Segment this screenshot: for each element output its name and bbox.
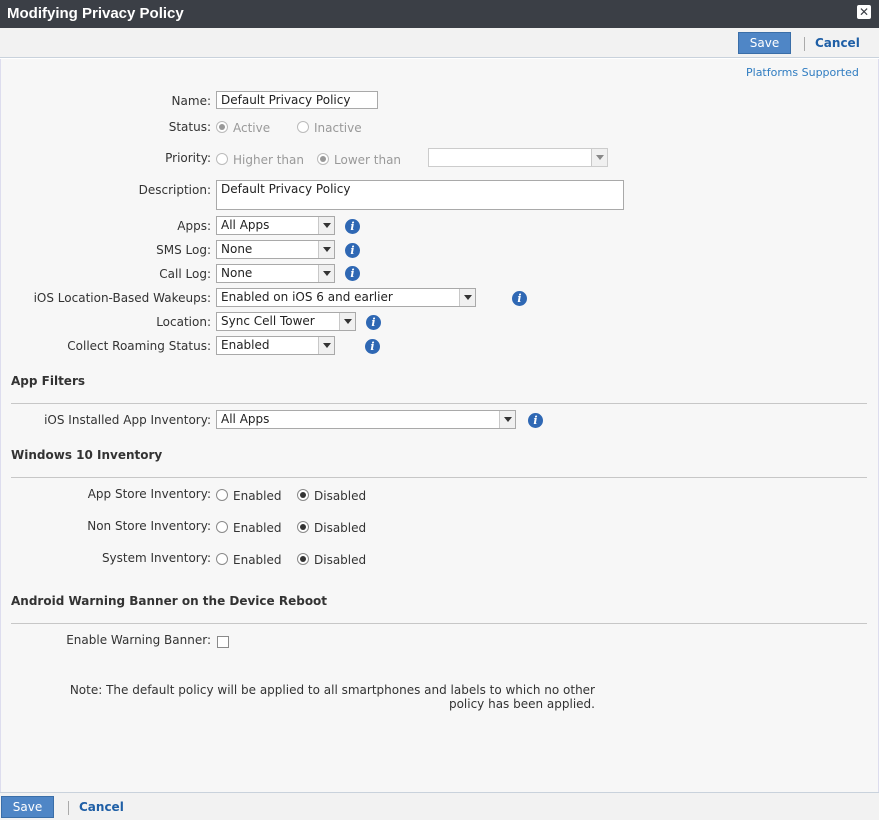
cancel-button[interactable]: Cancel — [815, 36, 860, 50]
priority-higher-radio[interactable] — [216, 153, 228, 165]
status-inactive-radio[interactable] — [297, 121, 309, 133]
toolbar-separator — [68, 801, 69, 815]
non-store-disabled-label: Disabled — [314, 521, 367, 535]
chevron-down-icon — [318, 265, 334, 282]
section-divider — [11, 403, 867, 404]
ios-wakeups-select[interactable]: Enabled on iOS 6 and earlier — [216, 288, 476, 307]
app-store-inventory-label: App Store Inventory: — [87, 487, 211, 501]
app-store-disabled-label: Disabled — [314, 489, 367, 503]
chevron-down-icon — [318, 337, 334, 354]
app-store-disabled-radio[interactable] — [297, 489, 309, 501]
cancel-button[interactable]: Cancel — [79, 800, 124, 814]
chevron-down-icon — [318, 241, 334, 258]
section-divider — [11, 623, 867, 624]
app-store-enabled-radio[interactable] — [216, 489, 228, 501]
chevron-down-icon — [499, 411, 515, 428]
non-store-inventory-label: Non Store Inventory: — [87, 519, 211, 533]
app-store-enabled-label: Enabled — [233, 489, 282, 503]
roaming-label: Collect Roaming Status: — [67, 339, 211, 353]
priority-policy-select[interactable] — [428, 148, 608, 167]
enable-warning-banner-checkbox[interactable] — [217, 636, 229, 648]
android-banner-heading: Android Warning Banner on the Device Reb… — [11, 594, 328, 608]
location-select[interactable]: Sync Cell Tower — [216, 312, 356, 331]
priority-lower-label: Lower than — [334, 153, 402, 167]
description-input[interactable]: Default Privacy Policy — [216, 180, 624, 210]
priority-lower-radio[interactable] — [317, 153, 329, 165]
non-store-disabled-radio[interactable] — [297, 521, 309, 533]
app-filters-heading: App Filters — [11, 374, 86, 388]
sms-log-select[interactable]: None — [216, 240, 335, 259]
note-text: Note: The default policy will be applied… — [69, 683, 595, 711]
status-inactive-label: Inactive — [314, 121, 362, 135]
non-store-enabled-label: Enabled — [233, 521, 282, 535]
location-value: Sync Cell Tower — [221, 314, 315, 328]
location-label: Location: — [156, 315, 211, 329]
name-label: Name: — [171, 94, 211, 108]
sms-log-label: SMS Log: — [156, 243, 211, 257]
chevron-down-icon — [459, 289, 475, 306]
description-label: Description: — [138, 183, 211, 197]
window-title: Modifying Privacy Policy — [7, 5, 184, 22]
chevron-down-icon — [318, 217, 334, 234]
system-inventory-label: System Inventory: — [101, 551, 211, 565]
non-store-enabled-radio[interactable] — [216, 521, 228, 533]
info-icon[interactable]: i — [345, 219, 360, 234]
call-log-value: None — [221, 266, 253, 280]
enable-warning-banner-label: Enable Warning Banner: — [66, 633, 211, 647]
status-label: Status: — [168, 120, 211, 134]
roaming-value: Enabled — [221, 338, 270, 352]
save-button[interactable]: Save — [738, 32, 791, 54]
info-icon[interactable]: i — [345, 243, 360, 258]
system-enabled-label: Enabled — [233, 553, 282, 567]
platforms-supported-link[interactable]: Platforms Supported — [746, 66, 859, 79]
bottom-toolbar: Save Cancel — [0, 792, 879, 820]
save-button[interactable]: Save — [1, 796, 54, 818]
ios-inventory-label: iOS Installed App Inventory: — [44, 413, 211, 427]
apps-value: All Apps — [221, 218, 270, 232]
top-toolbar: Save Cancel — [0, 28, 879, 58]
info-icon[interactable]: i — [366, 315, 381, 330]
title-bar: Modifying Privacy Policy ✕ — [0, 0, 879, 28]
section-divider — [11, 477, 867, 478]
info-icon[interactable]: i — [365, 339, 380, 354]
ios-wakeups-label: iOS Location-Based Wakeups: — [33, 291, 211, 305]
ios-inventory-select[interactable]: All Apps — [216, 410, 516, 429]
info-icon[interactable]: i — [512, 291, 527, 306]
status-active-radio[interactable] — [216, 121, 228, 133]
sms-log-value: None — [221, 242, 253, 256]
windows10-heading: Windows 10 Inventory — [11, 448, 163, 462]
status-active-label: Active — [233, 121, 271, 135]
system-disabled-radio[interactable] — [297, 553, 309, 565]
toolbar-separator — [804, 37, 805, 51]
apps-label: Apps: — [177, 219, 211, 233]
apps-select[interactable]: All Apps — [216, 216, 335, 235]
chevron-down-icon — [591, 149, 607, 166]
call-log-label: Call Log: — [159, 267, 211, 281]
ios-inventory-value: All Apps — [221, 412, 270, 426]
priority-label: Priority: — [165, 151, 211, 165]
chevron-down-icon — [339, 313, 355, 330]
call-log-select[interactable]: None — [216, 264, 335, 283]
system-disabled-label: Disabled — [314, 553, 367, 567]
info-icon[interactable]: i — [528, 413, 543, 428]
ios-wakeups-value: Enabled on iOS 6 and earlier — [221, 290, 393, 304]
priority-higher-label: Higher than — [233, 153, 304, 167]
roaming-select[interactable]: Enabled — [216, 336, 335, 355]
system-enabled-radio[interactable] — [216, 553, 228, 565]
info-icon[interactable]: i — [345, 266, 360, 281]
name-input[interactable]: Default Privacy Policy — [216, 91, 378, 109]
close-icon[interactable]: ✕ — [857, 5, 871, 19]
